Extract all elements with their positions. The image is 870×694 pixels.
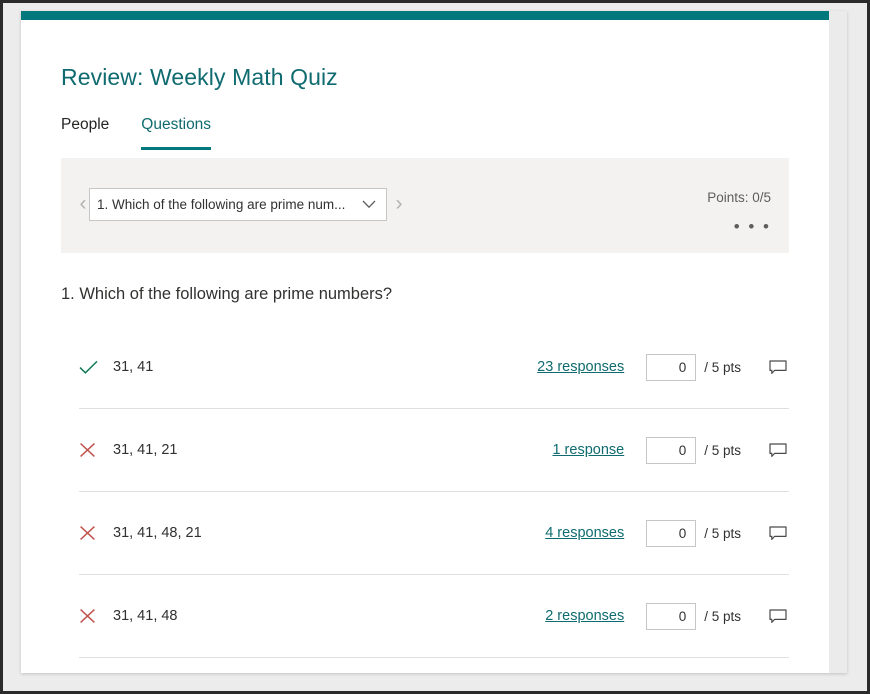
accent-bar [21, 11, 829, 20]
chevron-down-icon [352, 200, 386, 209]
answer-row: 31, 41, 48, 21 4 responses 0 / 5 pts [79, 492, 789, 575]
answer-row: 31, 41, 21 1 response 0 / 5 pts [79, 409, 789, 492]
answer-label: 31, 41, 48 [113, 608, 178, 624]
points-label: Points: 0/5 [707, 190, 771, 205]
score-suffix: / 5 pts [704, 525, 741, 541]
score-suffix: / 5 pts [704, 442, 741, 458]
overflow-menu-button[interactable]: • • • [734, 218, 771, 235]
answer-row-controls: 23 responses 0 / 5 pts [474, 326, 789, 408]
comment-icon[interactable] [767, 608, 789, 624]
question-selector-panel: ‹ 1. Which of the following are prime nu… [61, 158, 789, 253]
answer-row-controls: 4 responses 0 / 5 pts [474, 492, 789, 574]
score-suffix: / 5 pts [704, 359, 741, 375]
comment-icon[interactable] [767, 359, 789, 375]
question-select-dropdown[interactable]: 1. Which of the following are prime num.… [89, 188, 387, 221]
question-heading: 1. Which of the following are prime numb… [61, 285, 393, 303]
app-window: Review: Weekly Math Quiz People Question… [0, 0, 870, 694]
score-input[interactable]: 0 [646, 353, 697, 381]
answer-row: 31, 41, 48 2 responses 0 / 5 pts [79, 575, 789, 658]
answer-row: 31, 41 23 responses 0 / 5 pts [79, 326, 789, 409]
answer-label: 31, 41, 48, 21 [113, 525, 202, 541]
comment-icon[interactable] [767, 442, 789, 458]
tab-people[interactable]: People [61, 116, 109, 150]
answer-label: 31, 41 [113, 359, 154, 375]
vertical-scrollbar[interactable] [829, 11, 847, 673]
incorrect-x-icon [79, 525, 113, 541]
responses-link[interactable]: 2 responses [474, 608, 624, 624]
question-select-value: 1. Which of the following are prime num.… [97, 197, 346, 212]
score-input[interactable]: 0 [646, 602, 697, 630]
responses-link[interactable]: 1 response [474, 442, 624, 458]
comment-icon[interactable] [767, 525, 789, 541]
incorrect-x-icon [79, 442, 113, 458]
tab-questions[interactable]: Questions [141, 116, 211, 150]
score-input[interactable]: 0 [646, 519, 697, 547]
answer-label: 31, 41, 21 [113, 442, 178, 458]
page-title: Review: Weekly Math Quiz [61, 64, 338, 90]
answer-list: 31, 41 23 responses 0 / 5 pts 31, 41, 21… [79, 326, 789, 658]
next-question-icon[interactable]: › [391, 191, 407, 217]
responses-link[interactable]: 4 responses [474, 525, 624, 541]
quiz-review-window: Review: Weekly Math Quiz People Question… [21, 11, 847, 673]
answer-row-controls: 2 responses 0 / 5 pts [474, 575, 789, 657]
answer-row-controls: 1 response 0 / 5 pts [474, 409, 789, 491]
responses-link[interactable]: 23 responses [474, 359, 624, 375]
incorrect-x-icon [79, 608, 113, 624]
page-content: Review: Weekly Math Quiz People Question… [21, 20, 829, 673]
correct-check-icon [79, 360, 113, 375]
tab-bar: People Questions [61, 116, 211, 150]
score-input[interactable]: 0 [646, 436, 697, 464]
score-suffix: / 5 pts [704, 608, 741, 624]
